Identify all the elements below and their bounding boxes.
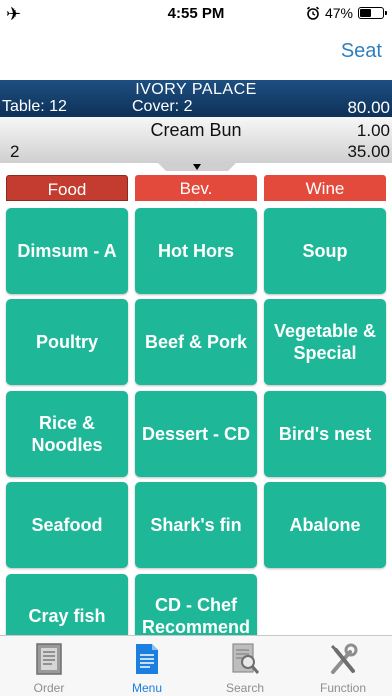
tabbar-function[interactable]: Function [294,636,392,696]
alarm-clock-icon [306,6,320,20]
menu-item-dessert-cd[interactable]: Dessert - CD [135,391,257,477]
order-item-row[interactable]: Cream Bun 1.00 2 35.00 [0,117,392,163]
table-number: Table: 12 [2,98,67,115]
bottom-tab-bar: Order Menu Search Function [0,635,392,696]
tabbar-search-label: Search [225,681,265,695]
battery-level [360,9,372,17]
menu-grid[interactable]: Dimsum - A Hot Hors Soup Poultry Beef & … [0,203,392,635]
menu-item-abalone[interactable]: Abalone [264,482,386,568]
search-icon [232,643,260,674]
menu-item-beef-pork[interactable]: Beef & Pork [135,299,257,385]
status-right: 47% [306,5,387,21]
status-bar: ✈ 4:55 PM 47% [0,0,392,28]
cover-count: Cover: 2 [132,98,193,115]
battery-icon [358,7,387,19]
tabbar-order-label: Order [33,681,65,695]
menu-icon [136,644,158,674]
tools-icon [330,643,358,674]
order-icon [36,643,62,675]
order-item-name: Cream Bun [150,120,242,140]
tabbar-order[interactable]: Order [0,636,98,696]
menu-item-rice-noodles[interactable]: Rice & Noodles [6,391,128,477]
menu-item-hot-hors[interactable]: Hot Hors [135,208,257,294]
navigation-bar: Seat [0,28,392,80]
tabbar-menu[interactable]: Menu [98,636,196,696]
tabbar-menu-label: Menu [131,681,163,695]
menu-item-vegetable-special[interactable]: Vegetable & Special [264,299,386,385]
order-total: 80.00 [347,98,390,117]
category-tabs: Food Bev. Wine [0,175,392,203]
battery-percent: 47% [324,5,353,21]
order-item-price: 1.00 [356,121,390,140]
menu-item-sharks-fin[interactable]: Shark's fin [135,482,257,568]
menu-item-poultry[interactable]: Poultry [6,299,128,385]
tabbar-function-label: Function [319,681,367,695]
menu-item-dimsum-a[interactable]: Dimsum - A [6,208,128,294]
order-item-amount: 35.00 [347,142,390,161]
restaurant-name: IVORY PALACE [135,81,257,98]
menu-item-cray-fish[interactable]: Cray fish [6,574,128,635]
menu-item-birds-nest[interactable]: Bird's nest [264,391,386,477]
collapse-handle-icon[interactable] [158,163,236,171]
menu-item-cd-chef-recommend[interactable]: CD - Chef Recommend [135,574,257,635]
tab-wine[interactable]: Wine [264,175,386,201]
menu-item-seafood[interactable]: Seafood [6,482,128,568]
menu-item-soup[interactable]: Soup [264,208,386,294]
seat-button[interactable]: Seat [341,40,382,63]
tab-bev[interactable]: Bev. [135,175,257,201]
tabbar-search[interactable]: Search [196,636,294,696]
order-item-qty: 2 [10,142,20,161]
order-header: IVORY PALACE Table: 12 Cover: 2 80.00 [0,80,392,117]
tab-food[interactable]: Food [6,175,128,201]
